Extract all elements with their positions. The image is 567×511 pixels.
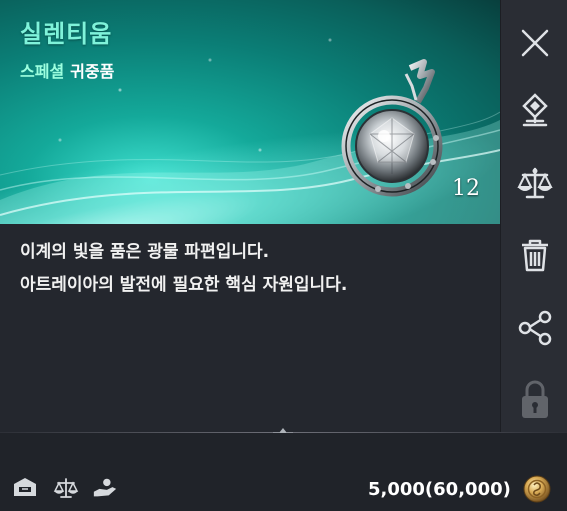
hand-coin-icon [93,478,117,497]
description-line-1: 이계의 빛을 품은 광물 파편입니다. [20,242,270,262]
sell-indicator [92,476,118,500]
storage-indicator [12,476,38,500]
share-button[interactable] [501,293,567,363]
trade-scale-icon [53,478,79,498]
trade-button[interactable] [501,148,567,218]
location-pin-icon [521,93,548,127]
share-icon [518,310,551,346]
storage-icon [14,478,36,496]
trash-icon [521,239,548,272]
locate-button[interactable] [501,76,567,146]
lock-button[interactable] [501,365,567,435]
scale-icon [516,167,553,199]
item-name: 실렌티움 [20,20,113,48]
crystal-pendant-icon [341,59,443,197]
item-description: 이계의 빛을 품은 광물 파편입니다. 아트레이아의 발전에 필요한 핵심 자원… [20,236,490,302]
item-tooltip-panel: 실렌티움 스페셜 귀중품 12 이계의 빛을 품은 광물 파편입니다. 아트레이… [0,0,567,511]
item-type: 스페셜 귀중품 [20,58,114,82]
description-line-2: 아트레이아의 발전에 필요한 핵심 자원입니다. [20,275,348,295]
item-header-banner: 실렌티움 스페셜 귀중품 12 [0,0,500,224]
close-icon [521,29,548,57]
item-action-column [500,0,567,432]
discard-button[interactable] [501,220,567,290]
item-grade: 스페셜 [20,62,65,81]
gold-coin-icon [523,475,551,503]
trade-indicator [53,476,79,500]
close-button[interactable] [501,8,567,78]
item-category: 귀중품 [70,62,115,81]
lock-icon [521,380,548,418]
item-quantity: 12 [452,176,480,201]
item-price: 5,000(60,000) [368,479,511,500]
